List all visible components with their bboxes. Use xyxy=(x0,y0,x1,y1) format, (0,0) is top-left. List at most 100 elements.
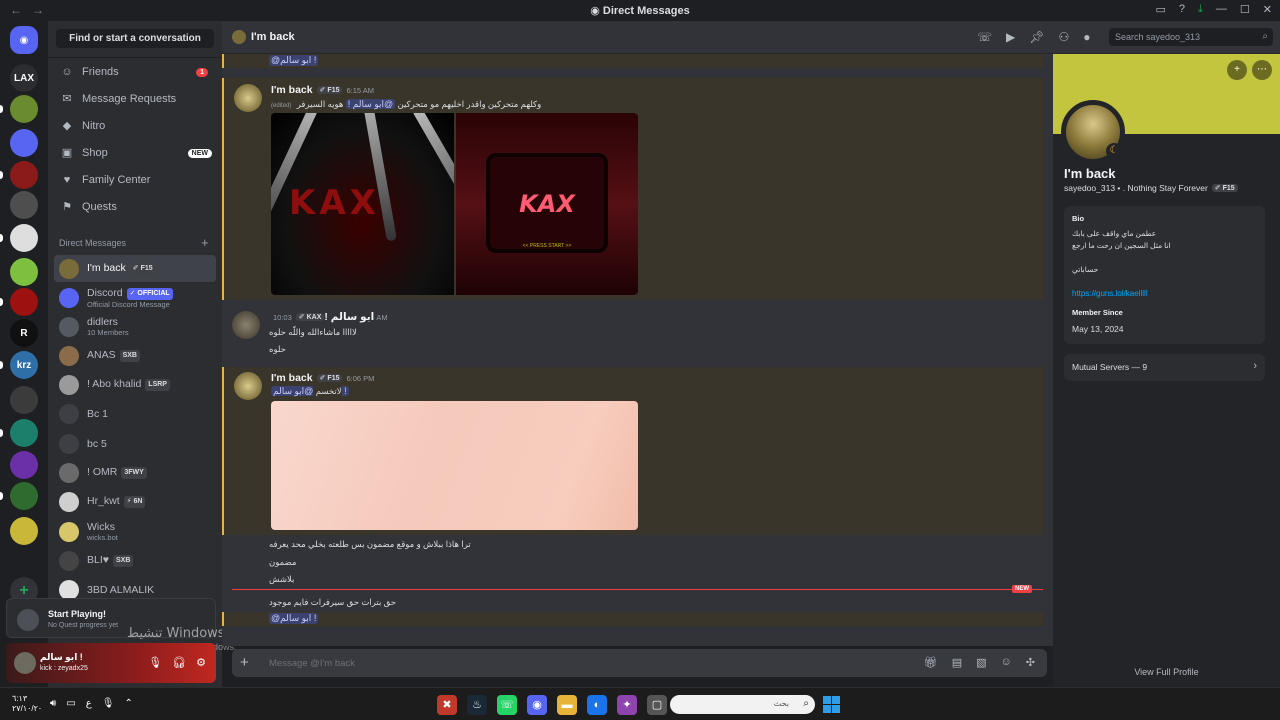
server-icon[interactable] xyxy=(10,161,38,189)
user-mention[interactable]: @ابو سالم ! xyxy=(269,55,319,66)
minimize-icon[interactable]: — xyxy=(1216,3,1227,16)
sticker-icon[interactable]: ▧ xyxy=(976,656,986,669)
headphones-icon[interactable]: 🎧︎ xyxy=(172,656,186,669)
add-friends-icon[interactable]: ⚇ xyxy=(1058,30,1069,44)
taskbar-app-icon[interactable]: ✖ xyxy=(437,695,457,715)
profile-avatar[interactable]: ☾ xyxy=(1061,100,1125,164)
server-icon[interactable]: LAX xyxy=(10,64,38,92)
server-icon[interactable] xyxy=(10,419,38,447)
edge-icon[interactable]: ◐ xyxy=(587,695,607,715)
discord-taskbar-icon[interactable]: ◉ xyxy=(527,695,547,715)
emoji-icon[interactable]: ☺ xyxy=(1001,656,1012,669)
server-icon[interactable] xyxy=(10,451,38,479)
download-icon[interactable]: ⤓ xyxy=(1198,3,1203,16)
dm-item[interactable]: Discord ✓ OFFICIAL Official Discord Messag… xyxy=(54,284,216,311)
find-conversation-button[interactable]: Find or start a conversation xyxy=(56,29,214,48)
dm-item[interactable]: bc 5 xyxy=(54,430,216,457)
server-icon[interactable] xyxy=(10,386,38,414)
server-icon[interactable] xyxy=(10,288,38,316)
dm-item[interactable]: didlers 10 Members xyxy=(54,313,216,340)
user-profile-icon[interactable]: ● xyxy=(1083,30,1090,44)
windows-start-icon[interactable] xyxy=(823,696,840,713)
author-avatar[interactable] xyxy=(234,372,262,400)
add-friend-icon[interactable]: + xyxy=(1227,60,1247,80)
close-icon[interactable]: ✕ xyxy=(1263,3,1272,16)
window-app-icon[interactable]: ▢ xyxy=(647,695,667,715)
dm-item[interactable]: BLI♥ SXB xyxy=(54,547,216,574)
pin-icon[interactable]: 📌︎ xyxy=(1029,30,1044,44)
maximize-icon[interactable]: ☐ xyxy=(1240,3,1250,16)
dm-sidebar: Find or start a conversation ☺ Friends 1 ✉ M… xyxy=(48,21,222,687)
user-mention[interactable]: @ابو سالم ! xyxy=(269,613,319,624)
gif-icon[interactable]: ▤ xyxy=(952,656,962,669)
video-call-icon[interactable]: ▶ xyxy=(1006,30,1015,44)
dm-item[interactable]: ! OMR 3FWY xyxy=(54,459,216,486)
server-icon[interactable] xyxy=(10,258,38,286)
avatar xyxy=(59,374,79,395)
message-author[interactable]: I'm back ✐ F15 6:15 AM xyxy=(271,84,374,96)
attachment-image[interactable]: KAX << PRESS START >> xyxy=(456,113,638,295)
nav-item-shop[interactable]: ▣ Shop NEW xyxy=(54,141,216,165)
server-icon[interactable]: R xyxy=(10,319,38,347)
dm-item[interactable]: Bc 1 xyxy=(54,400,216,427)
show-hidden-icons-icon[interactable]: ⌃ xyxy=(124,698,132,709)
message-author[interactable]: ابو سالم !✐ KAX10:03 AM xyxy=(269,311,388,323)
mic-tray-icon[interactable]: 🎙︎ xyxy=(102,698,115,709)
server-icon[interactable] xyxy=(10,95,38,123)
search-input[interactable]: Search sayedoo_313 ⌕ xyxy=(1109,28,1273,46)
message-author[interactable]: I'm back ✐ F15 6:06 PM xyxy=(271,372,374,384)
author-avatar[interactable] xyxy=(234,84,262,112)
voice-call-icon[interactable]: ☏ xyxy=(977,30,992,44)
apps-icon[interactable]: ✣ xyxy=(1026,656,1035,669)
user-avatar[interactable] xyxy=(14,652,36,674)
message-composer[interactable]: + Message @I'm back 🎁︎ ▤ ▧ ☺ ✣ xyxy=(232,649,1047,677)
attach-plus-icon[interactable]: + xyxy=(240,654,249,671)
user-mention[interactable]: @ابو سالم ! xyxy=(345,99,396,109)
avatar xyxy=(59,491,79,512)
dm-item[interactable]: ANAS SXB xyxy=(54,342,216,369)
taskbar-search[interactable]: بحث ⌕ xyxy=(670,695,815,714)
file-explorer-icon[interactable]: ▬ xyxy=(557,695,577,715)
nav-item-friends[interactable]: ☺ Friends 1 xyxy=(54,60,216,84)
server-icon[interactable] xyxy=(10,517,38,545)
dm-item[interactable]: I'm back ✐ F15 xyxy=(54,255,216,282)
steam-icon[interactable]: ♨ xyxy=(467,695,487,715)
attachment-image[interactable]: KAX xyxy=(271,113,454,295)
server-icon[interactable] xyxy=(10,191,38,219)
nav-item-quests[interactable]: ⚑ Quests xyxy=(54,195,216,219)
language-indicator[interactable]: ع xyxy=(86,698,92,709)
whatsapp-icon[interactable]: ☏ xyxy=(497,695,517,715)
inbox-icon[interactable]: ▭ xyxy=(1156,3,1166,16)
header-name[interactable]: I'm back xyxy=(251,31,295,43)
message-input[interactable]: Message @I'm back xyxy=(269,658,355,669)
dm-item[interactable]: Hr_kwt ⚡ 6N xyxy=(54,488,216,515)
bio-link[interactable]: https://guns.lol/kaelllll xyxy=(1072,289,1148,298)
create-dm-icon[interactable]: + xyxy=(201,235,209,250)
dm-item[interactable]: Wicks wicks.bot xyxy=(54,518,216,545)
dm-name: didlers xyxy=(87,316,118,328)
author-avatar[interactable] xyxy=(232,311,260,339)
gift-icon[interactable]: 🎁︎ xyxy=(924,656,938,669)
more-options-icon[interactable]: ⋯ xyxy=(1252,60,1272,80)
server-icon[interactable] xyxy=(10,224,38,252)
nav-item-nitro[interactable]: ◆ Nitro xyxy=(54,114,216,138)
attachment-image[interactable] xyxy=(271,401,638,530)
view-full-profile-link[interactable]: View Full Profile xyxy=(1053,667,1280,677)
copilot-icon[interactable]: ✦ xyxy=(617,695,637,715)
help-icon[interactable]: ? xyxy=(1179,3,1185,16)
dm-item[interactable]: ! Abo khalid LSRP xyxy=(54,371,216,398)
mutual-servers-button[interactable]: Mutual Servers — 9 › xyxy=(1064,354,1265,381)
server-icon[interactable] xyxy=(10,129,38,157)
network-icon[interactable]: ▭ xyxy=(66,698,75,709)
server-icon[interactable]: krz xyxy=(10,351,38,379)
nav-item-family-center[interactable]: ♥ Family Center xyxy=(54,168,216,192)
header-avatar xyxy=(232,30,246,44)
windows-taskbar: ٦:١٣ ٢٧/١٠/٢٠ 🔊︎ ▭ ع 🎙︎ ⌃ ✖ ♨ ☏ ◉ ▬ ◐ ✦ … xyxy=(0,687,1280,720)
server-icon[interactable] xyxy=(10,482,38,510)
taskbar-clock[interactable]: ٦:١٣ ٢٧/١٠/٢٠ xyxy=(12,694,42,714)
settings-gear-icon[interactable]: ⚙ xyxy=(196,656,206,669)
microphone-icon[interactable]: 🎙︎ xyxy=(148,656,162,669)
volume-icon[interactable]: 🔊︎ xyxy=(50,698,56,709)
nav-item-message-requests[interactable]: ✉ Message Requests xyxy=(54,87,216,111)
server-icon[interactable]: ◉ xyxy=(10,26,38,54)
